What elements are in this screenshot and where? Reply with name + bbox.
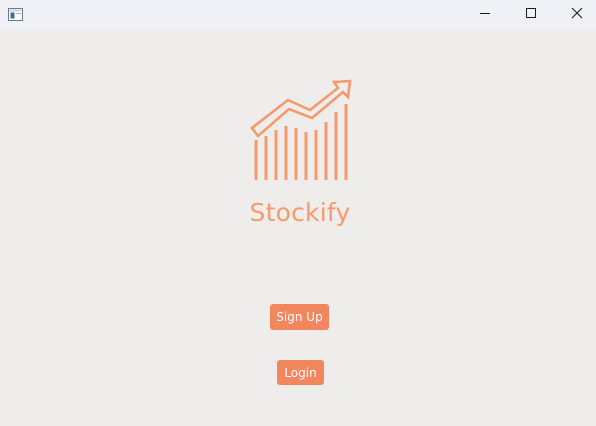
minimize-icon <box>479 6 491 24</box>
title-bar[interactable] <box>0 0 596 30</box>
maximize-icon <box>525 6 537 24</box>
sign-up-button[interactable]: Sign Up <box>270 304 329 330</box>
close-icon <box>571 6 583 24</box>
close-button[interactable] <box>554 0 596 30</box>
login-button[interactable]: Login <box>277 360 324 385</box>
minimize-button[interactable] <box>462 0 508 30</box>
welcome-screen: Stockify Sign Up Login <box>0 30 596 426</box>
app-window-icon <box>8 8 23 21</box>
app-window: Stockify Sign Up Login <box>0 0 596 426</box>
app-title: Stockify <box>249 198 351 227</box>
stock-growth-chart-icon <box>248 78 354 182</box>
maximize-button[interactable] <box>508 0 554 30</box>
